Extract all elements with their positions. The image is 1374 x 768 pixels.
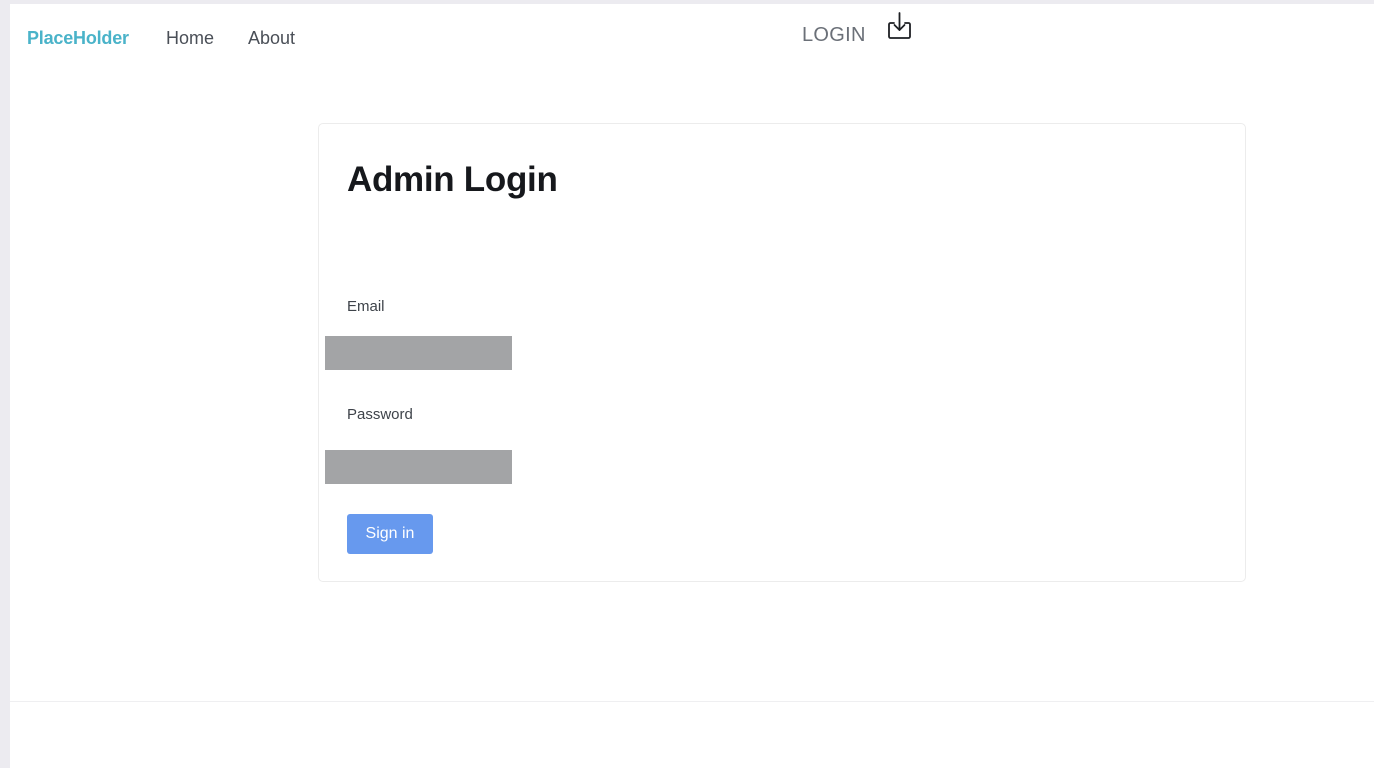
nav-home-link[interactable]: Home: [166, 28, 214, 49]
sign-in-button[interactable]: Sign in: [347, 514, 433, 554]
password-label: Password: [347, 406, 413, 423]
login-card: Admin Login Email Password Sign in: [318, 123, 1246, 582]
footer-divider: [10, 701, 1374, 702]
password-field[interactable]: [325, 450, 512, 484]
login-tray-icon[interactable]: [883, 10, 915, 42]
page-container: PlaceHolder Home About LOGIN Admin Login…: [10, 4, 1374, 768]
page-title: Admin Login: [347, 160, 558, 199]
email-label: Email: [347, 298, 385, 315]
nav-about-link[interactable]: About: [248, 28, 295, 49]
login-link[interactable]: LOGIN: [802, 24, 866, 47]
brand-logo-link[interactable]: PlaceHolder: [27, 28, 129, 49]
email-field[interactable]: [325, 336, 512, 370]
